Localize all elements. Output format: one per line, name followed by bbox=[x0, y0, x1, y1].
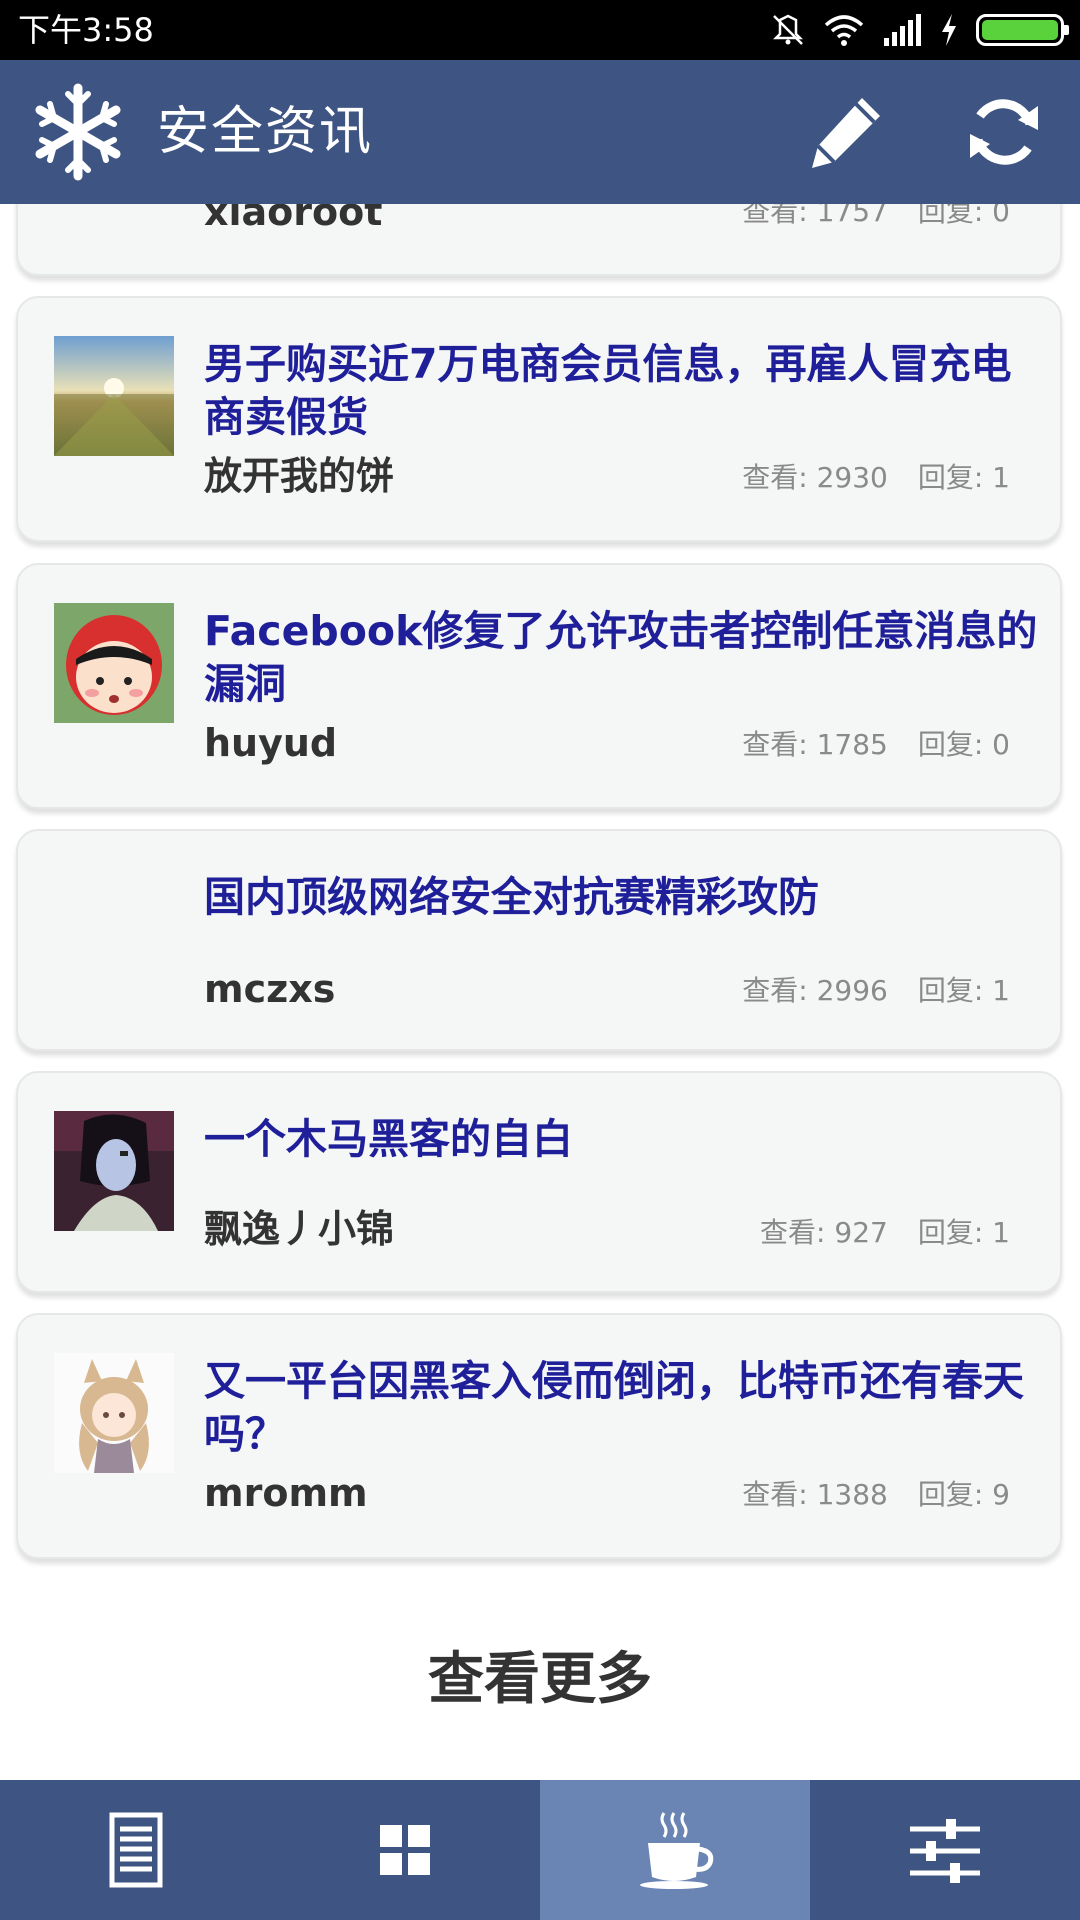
edit-icon bbox=[812, 98, 880, 168]
status-time: 下午3:58 bbox=[18, 11, 154, 49]
tab-list[interactable] bbox=[0, 1780, 270, 1920]
article-thumbnail bbox=[54, 603, 174, 723]
snowflake-icon bbox=[35, 83, 121, 181]
article-stats: 查看: 2930 回复: 1 bbox=[742, 461, 1010, 494]
sliders-icon bbox=[910, 1819, 980, 1883]
refresh-icon bbox=[970, 99, 1038, 165]
article-stats: 查看: 1388 回复: 9 bbox=[742, 1478, 1010, 1511]
app-bar: 安全资讯 bbox=[0, 60, 1080, 204]
mute-icon bbox=[772, 14, 804, 45]
article-card[interactable]: 国内顶级网络安全对抗赛精彩攻防 mczxs 查看: 2996 回复: 1 bbox=[16, 829, 1062, 1051]
article-author: huyud bbox=[204, 721, 338, 765]
article-list[interactable]: xiaoroot 查看: 1757 回复: 0 男子购买近7万电商会员信息，再雇… bbox=[0, 0, 1080, 1780]
article-thumbnail bbox=[54, 1353, 174, 1473]
article-author: mromm bbox=[204, 1471, 368, 1515]
status-icons bbox=[770, 10, 1069, 50]
article-stats: 查看: 2996 回复: 1 bbox=[742, 974, 1010, 1007]
signal-icon bbox=[884, 14, 921, 46]
article-title[interactable]: 国内顶级网络安全对抗赛精彩攻防 bbox=[204, 871, 1044, 924]
list-icon bbox=[109, 1812, 163, 1888]
article-card[interactable]: 男子购买近7万电商会员信息，再雇人冒充电商卖假货 放开我的饼 查看: 2930 回… bbox=[16, 296, 1062, 542]
battery-icon bbox=[976, 14, 1069, 46]
article-title[interactable]: 又一平台因黑客入侵而倒闭，比特币还有春天吗？ bbox=[204, 1355, 1044, 1461]
tab-grid[interactable] bbox=[270, 1780, 540, 1920]
article-author: mczxs bbox=[204, 967, 336, 1011]
article-stats: 查看: 1785 回复: 0 bbox=[742, 728, 1010, 761]
article-title[interactable]: 男子购买近7万电商会员信息，再雇人冒充电商卖假货 bbox=[204, 338, 1044, 444]
screen: xiaoroot 查看: 1757 回复: 0 男子购买近7万电商会员信息，再雇… bbox=[0, 0, 1080, 1920]
wifi-icon bbox=[824, 15, 864, 46]
edit-button[interactable] bbox=[804, 90, 888, 174]
article-thumbnail bbox=[54, 1111, 174, 1231]
tab-settings[interactable] bbox=[810, 1780, 1080, 1920]
refresh-button[interactable] bbox=[962, 90, 1046, 174]
article-card[interactable]: 又一平台因黑客入侵而倒闭，比特币还有春天吗？ mromm 查看: 1388 回复:… bbox=[16, 1313, 1062, 1559]
charging-icon bbox=[942, 14, 956, 46]
article-title[interactable]: Facebook修复了允许攻击者控制任意消息的漏洞 bbox=[204, 605, 1044, 711]
article-author: 放开我的饼 bbox=[204, 454, 395, 498]
article-stats: 查看: 927 回复: 1 bbox=[760, 1216, 1010, 1249]
article-thumbnail bbox=[54, 336, 174, 456]
coffee-icon bbox=[640, 1812, 714, 1889]
page-title: 安全资讯 bbox=[157, 102, 374, 162]
article-card[interactable]: Facebook修复了允许攻击者控制任意消息的漏洞 huyud 查看: 1785… bbox=[16, 563, 1062, 809]
tab-coffee[interactable] bbox=[540, 1780, 810, 1920]
article-author: 飘逸丿小锦 bbox=[204, 1207, 395, 1251]
bottom-tab-bar bbox=[0, 1780, 1080, 1920]
status-bar: 下午3:58 bbox=[0, 0, 1080, 60]
grid-icon bbox=[380, 1825, 430, 1875]
battery-level bbox=[982, 20, 1058, 40]
load-more-button[interactable]: 查看更多 bbox=[0, 1640, 1080, 1720]
article-card[interactable]: 一个木马黑客的自白 飘逸丿小锦 查看: 927 回复: 1 bbox=[16, 1071, 1062, 1293]
article-title[interactable]: 一个木马黑客的自白 bbox=[204, 1113, 1044, 1166]
